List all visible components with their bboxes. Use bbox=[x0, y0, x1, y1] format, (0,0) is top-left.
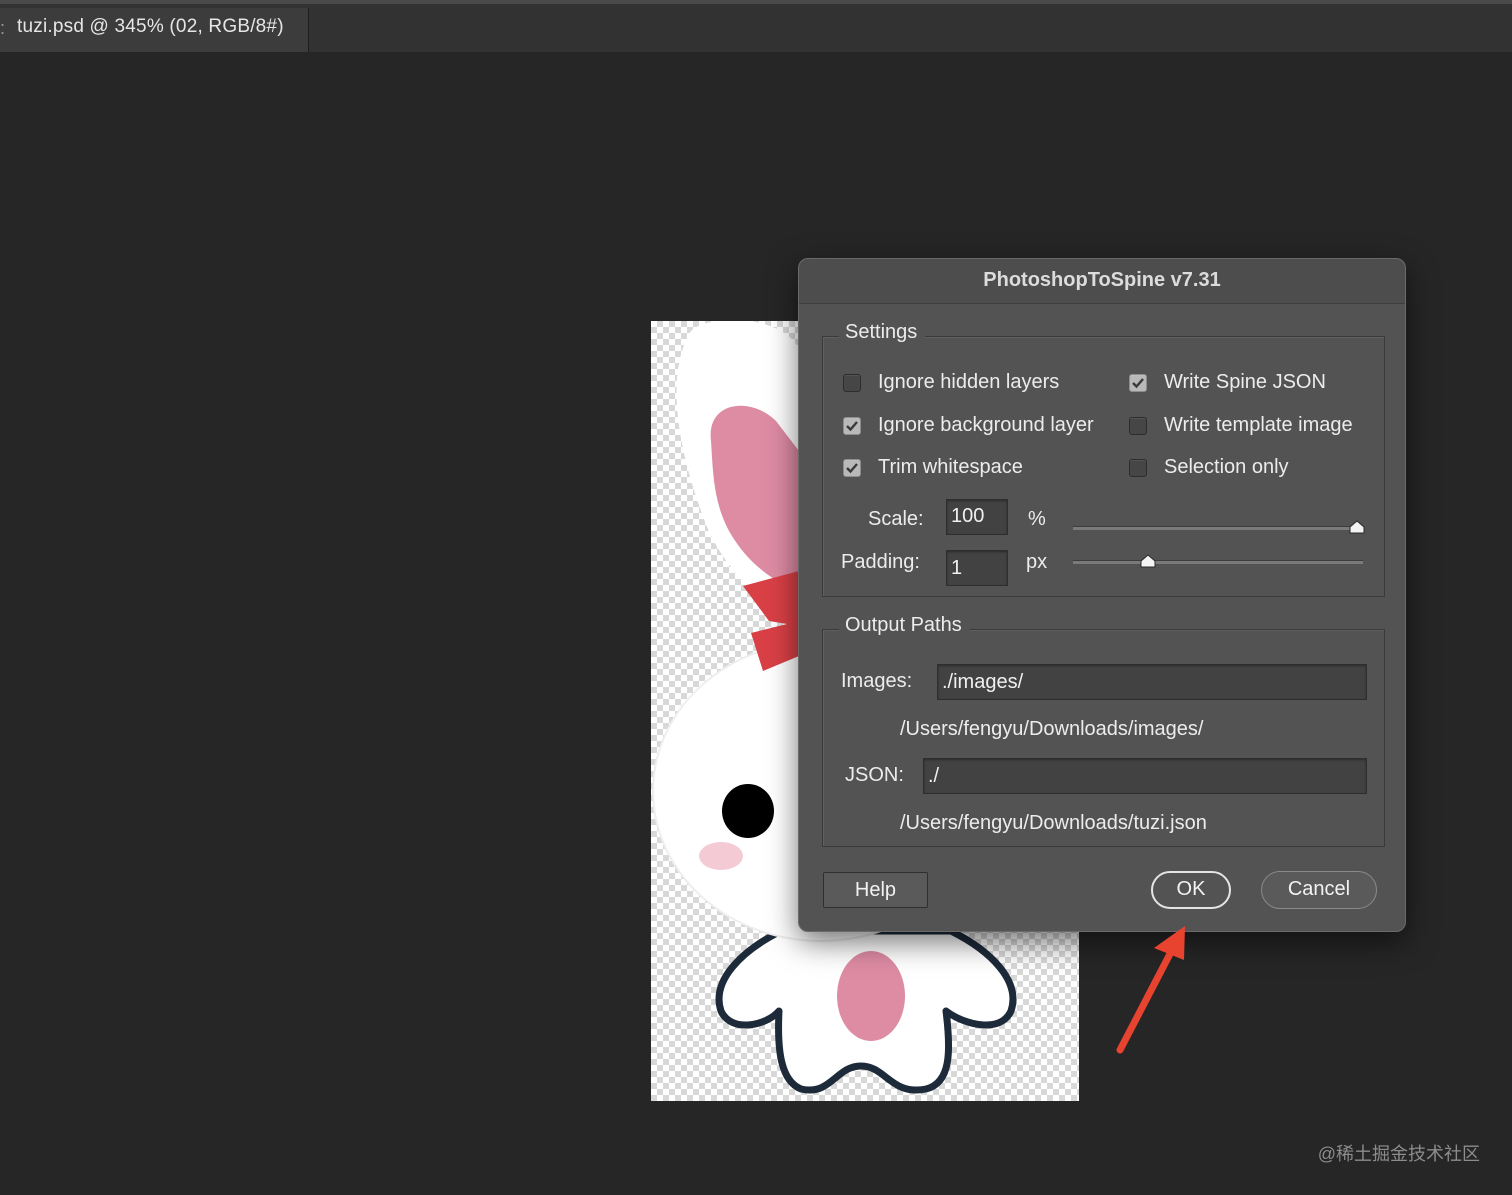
selection-only-checkbox[interactable] bbox=[1129, 459, 1147, 477]
images-path-label: Images: bbox=[841, 670, 913, 692]
images-resolved-path: /Users/fengyu/Downloads/images/ bbox=[900, 718, 1204, 740]
write-template-image-label: Write template image bbox=[1164, 414, 1353, 436]
photoshop-to-spine-dialog: PhotoshopToSpine v7.31 Settings Ignore h… bbox=[798, 258, 1406, 932]
cancel-button[interactable]: Cancel bbox=[1261, 871, 1377, 909]
help-button[interactable]: Help bbox=[823, 872, 928, 908]
checkmark-icon bbox=[846, 463, 858, 474]
annotation-arrow-icon bbox=[1116, 926, 1185, 1054]
write-spine-json-checkbox[interactable] bbox=[1129, 374, 1147, 392]
document-tab-bar: : tuzi.psd @ 345% (02, RGB/8#) bbox=[0, 0, 1512, 52]
checkmark-icon bbox=[846, 421, 858, 432]
scale-input[interactable]: 100 bbox=[946, 499, 1008, 535]
ignore-hidden-layers-label: Ignore hidden layers bbox=[878, 371, 1060, 393]
padding-slider[interactable] bbox=[1073, 560, 1363, 564]
scale-unit: % bbox=[1028, 508, 1046, 530]
output-paths-legend: Output Paths bbox=[839, 614, 970, 637]
settings-group: Settings Ignore hidden layers Write Spin… bbox=[822, 321, 1385, 597]
dialog-title: PhotoshopToSpine v7.31 bbox=[799, 259, 1405, 304]
padding-unit: px bbox=[1026, 551, 1048, 573]
watermark: @稀土掘金技术社区 bbox=[1317, 1144, 1480, 1164]
document-tab-title: tuzi.psd @ 345% (02, RGB/8#) bbox=[17, 16, 284, 37]
padding-slider-thumb[interactable] bbox=[1140, 554, 1156, 568]
images-path-input[interactable]: ./images/ bbox=[937, 664, 1367, 700]
output-paths-group: Output Paths Images: ./images/ /Users/fe… bbox=[822, 614, 1385, 847]
ok-button[interactable]: OK bbox=[1151, 871, 1231, 909]
json-path-label: JSON: bbox=[845, 764, 904, 786]
write-template-image-checkbox[interactable] bbox=[1129, 417, 1147, 435]
trim-whitespace-checkbox[interactable] bbox=[843, 459, 861, 477]
padding-label: Padding: bbox=[841, 551, 920, 573]
document-tab[interactable]: : tuzi.psd @ 345% (02, RGB/8#) bbox=[0, 8, 309, 52]
json-resolved-path: /Users/fengyu/Downloads/tuzi.json bbox=[900, 812, 1207, 834]
ignore-hidden-layers-checkbox[interactable] bbox=[843, 374, 861, 392]
tab-grip-icon[interactable]: : bbox=[0, 18, 5, 39]
scale-label: Scale: bbox=[868, 508, 924, 530]
ignore-background-layer-label: Ignore background layer bbox=[878, 414, 1094, 436]
trim-whitespace-label: Trim whitespace bbox=[878, 456, 1023, 478]
ignore-background-layer-checkbox[interactable] bbox=[843, 417, 861, 435]
json-path-input[interactable]: ./ bbox=[923, 758, 1367, 794]
scale-slider[interactable] bbox=[1073, 526, 1363, 530]
scale-slider-thumb[interactable] bbox=[1349, 520, 1365, 534]
settings-legend: Settings bbox=[839, 321, 926, 344]
checkmark-icon bbox=[1132, 378, 1144, 389]
write-spine-json-label: Write Spine JSON bbox=[1164, 371, 1326, 393]
padding-input[interactable]: 1 bbox=[946, 550, 1008, 586]
selection-only-label: Selection only bbox=[1164, 456, 1289, 478]
